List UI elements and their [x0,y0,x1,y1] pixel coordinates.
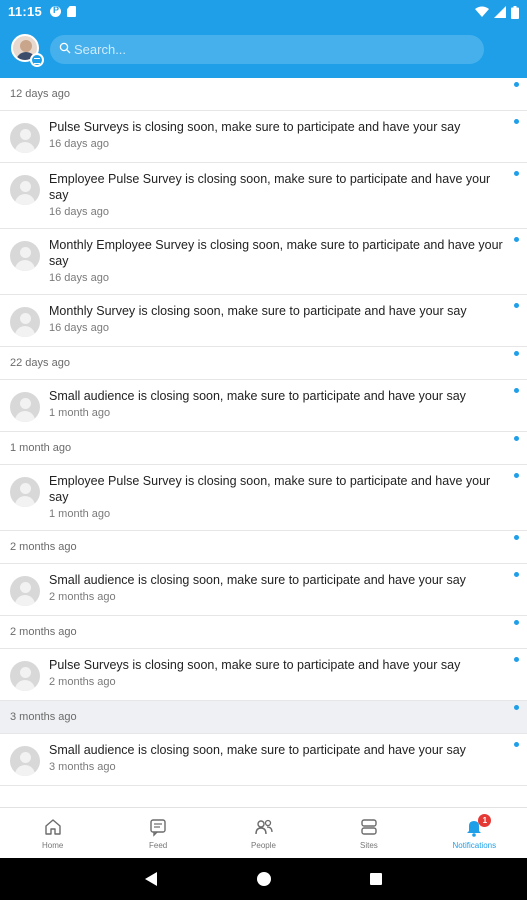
avatar-badge [30,53,44,67]
nav-sites[interactable]: Sites [316,808,421,858]
group-header-label: 12 days ago [10,88,70,100]
nav-home[interactable]: Home [0,808,105,858]
group-header: 22 days ago [0,347,527,380]
notification-item[interactable]: Pulse Surveys is closing soon, make sure… [0,111,527,163]
sd-card-icon [67,6,76,17]
notification-item[interactable]: Employee Pulse Survey is closing soon, m… [0,163,527,229]
unread-dot-icon [514,657,519,662]
group-header: 2 months ago [0,616,527,649]
notification-time: 1 month ago [49,407,111,419]
notification-time: 3 months ago [49,761,116,773]
user-placeholder-icon [10,576,40,606]
user-placeholder-icon [10,307,40,337]
bottom-navigation: Home Feed People Sites 1 Notifications [0,807,527,858]
unread-dot-icon [514,351,519,356]
unread-dot-icon [514,535,519,540]
unread-dot-icon [514,82,519,87]
notification-item[interactable]: Small audience is closing soon, make sur… [0,380,527,432]
nav-label: Home [42,841,64,850]
notification-text: Monthly Survey is closing soon, make sur… [49,304,467,318]
notification-text: Pulse Surveys is closing soon, make sure… [49,658,461,672]
nav-label: Sites [360,841,378,850]
status-time: 11:15 [8,4,43,19]
group-header: 3 months ago [0,701,527,734]
unread-dot-icon [514,171,519,176]
people-icon [254,819,273,835]
notification-time: 16 days ago [49,138,109,150]
nav-feed[interactable]: Feed [105,808,210,858]
nav-label: People [251,841,276,850]
group-header-label: 2 months ago [10,541,77,553]
group-header-label: 3 months ago [10,711,77,723]
group-header-label: 2 months ago [10,626,77,638]
group-header: 2 months ago [0,531,527,564]
search-icon [59,42,71,54]
search-input[interactable] [74,35,474,64]
user-placeholder-icon [10,123,40,153]
user-placeholder-icon [10,392,40,422]
notification-text: Small audience is closing soon, make sur… [49,573,466,587]
notification-time: 2 months ago [49,591,116,603]
unread-dot-icon [514,436,519,441]
nav-notifications[interactable]: 1 Notifications [422,808,527,858]
unread-dot-icon [514,473,519,478]
home-circle-icon[interactable] [257,872,271,886]
wifi-icon [475,6,489,17]
search-bar[interactable] [50,35,484,64]
notification-text: Small audience is closing soon, make sur… [49,743,466,757]
unread-dot-icon [514,237,519,242]
nav-label: Feed [148,841,168,850]
notification-text: Employee Pulse Survey is closing soon, m… [49,474,491,504]
notification-item[interactable]: Monthly Employee Survey is closing soon,… [0,229,527,295]
group-header-label: 1 month ago [10,442,72,454]
notification-text: Small audience is closing soon, make sur… [49,389,466,403]
unread-dot-icon [514,705,519,710]
home-icon [45,819,61,835]
system-navigation-bar [0,858,527,900]
notification-time: 16 days ago [49,272,109,284]
back-icon[interactable] [145,872,157,886]
notification-item[interactable]: Small audience is closing soon, make sur… [0,564,527,616]
unread-dot-icon [514,388,519,393]
recent-apps-icon[interactable] [370,873,382,885]
notification-list[interactable]: 12 days ago Pulse Surveys is closing soon… [0,78,527,807]
unread-dot-icon [514,742,519,747]
notification-item[interactable]: Pulse Surveys is closing soon, make sure… [0,649,527,701]
group-header: 12 days ago [0,78,527,111]
group-header-label: 22 days ago [10,357,70,369]
notification-text: Employee Pulse Survey is closing soon, m… [49,172,491,202]
notification-time: 1 month ago [49,508,111,520]
nav-people[interactable]: People [211,808,316,858]
unread-dot-icon [514,572,519,577]
notification-count-badge: 1 [478,814,492,827]
signal-icon [494,6,506,18]
user-placeholder-icon [10,661,40,691]
unread-dot-icon [514,303,519,308]
unread-dot-icon [514,620,519,625]
group-header: 1 month ago [0,432,527,465]
parking-icon [50,5,61,17]
notification-time: 16 days ago [49,322,109,334]
feed-icon [150,819,166,837]
notification-text: Pulse Surveys is closing soon, make sure… [49,120,461,134]
notification-time: 16 days ago [49,206,109,218]
status-bar: 11:15 [0,0,527,24]
user-placeholder-icon [10,241,40,271]
notification-text: Monthly Employee Survey is closing soon,… [49,238,503,268]
unread-dot-icon [514,119,519,124]
nav-label: Notifications [452,841,497,850]
user-placeholder-icon [10,746,40,776]
user-placeholder-icon [10,175,40,205]
user-placeholder-icon [10,477,40,507]
notification-item[interactable]: Small audience is closing soon, make sur… [0,734,527,786]
notification-time: 2 months ago [49,676,116,688]
notification-item[interactable]: Monthly Survey is closing soon, make sur… [0,295,527,347]
status-icons [475,5,519,19]
notification-item[interactable]: Employee Pulse Survey is closing soon, m… [0,465,527,531]
sites-icon [361,819,377,835]
app-header: 11:15 [0,0,527,78]
profile-avatar[interactable] [11,34,44,67]
battery-icon [511,5,519,19]
